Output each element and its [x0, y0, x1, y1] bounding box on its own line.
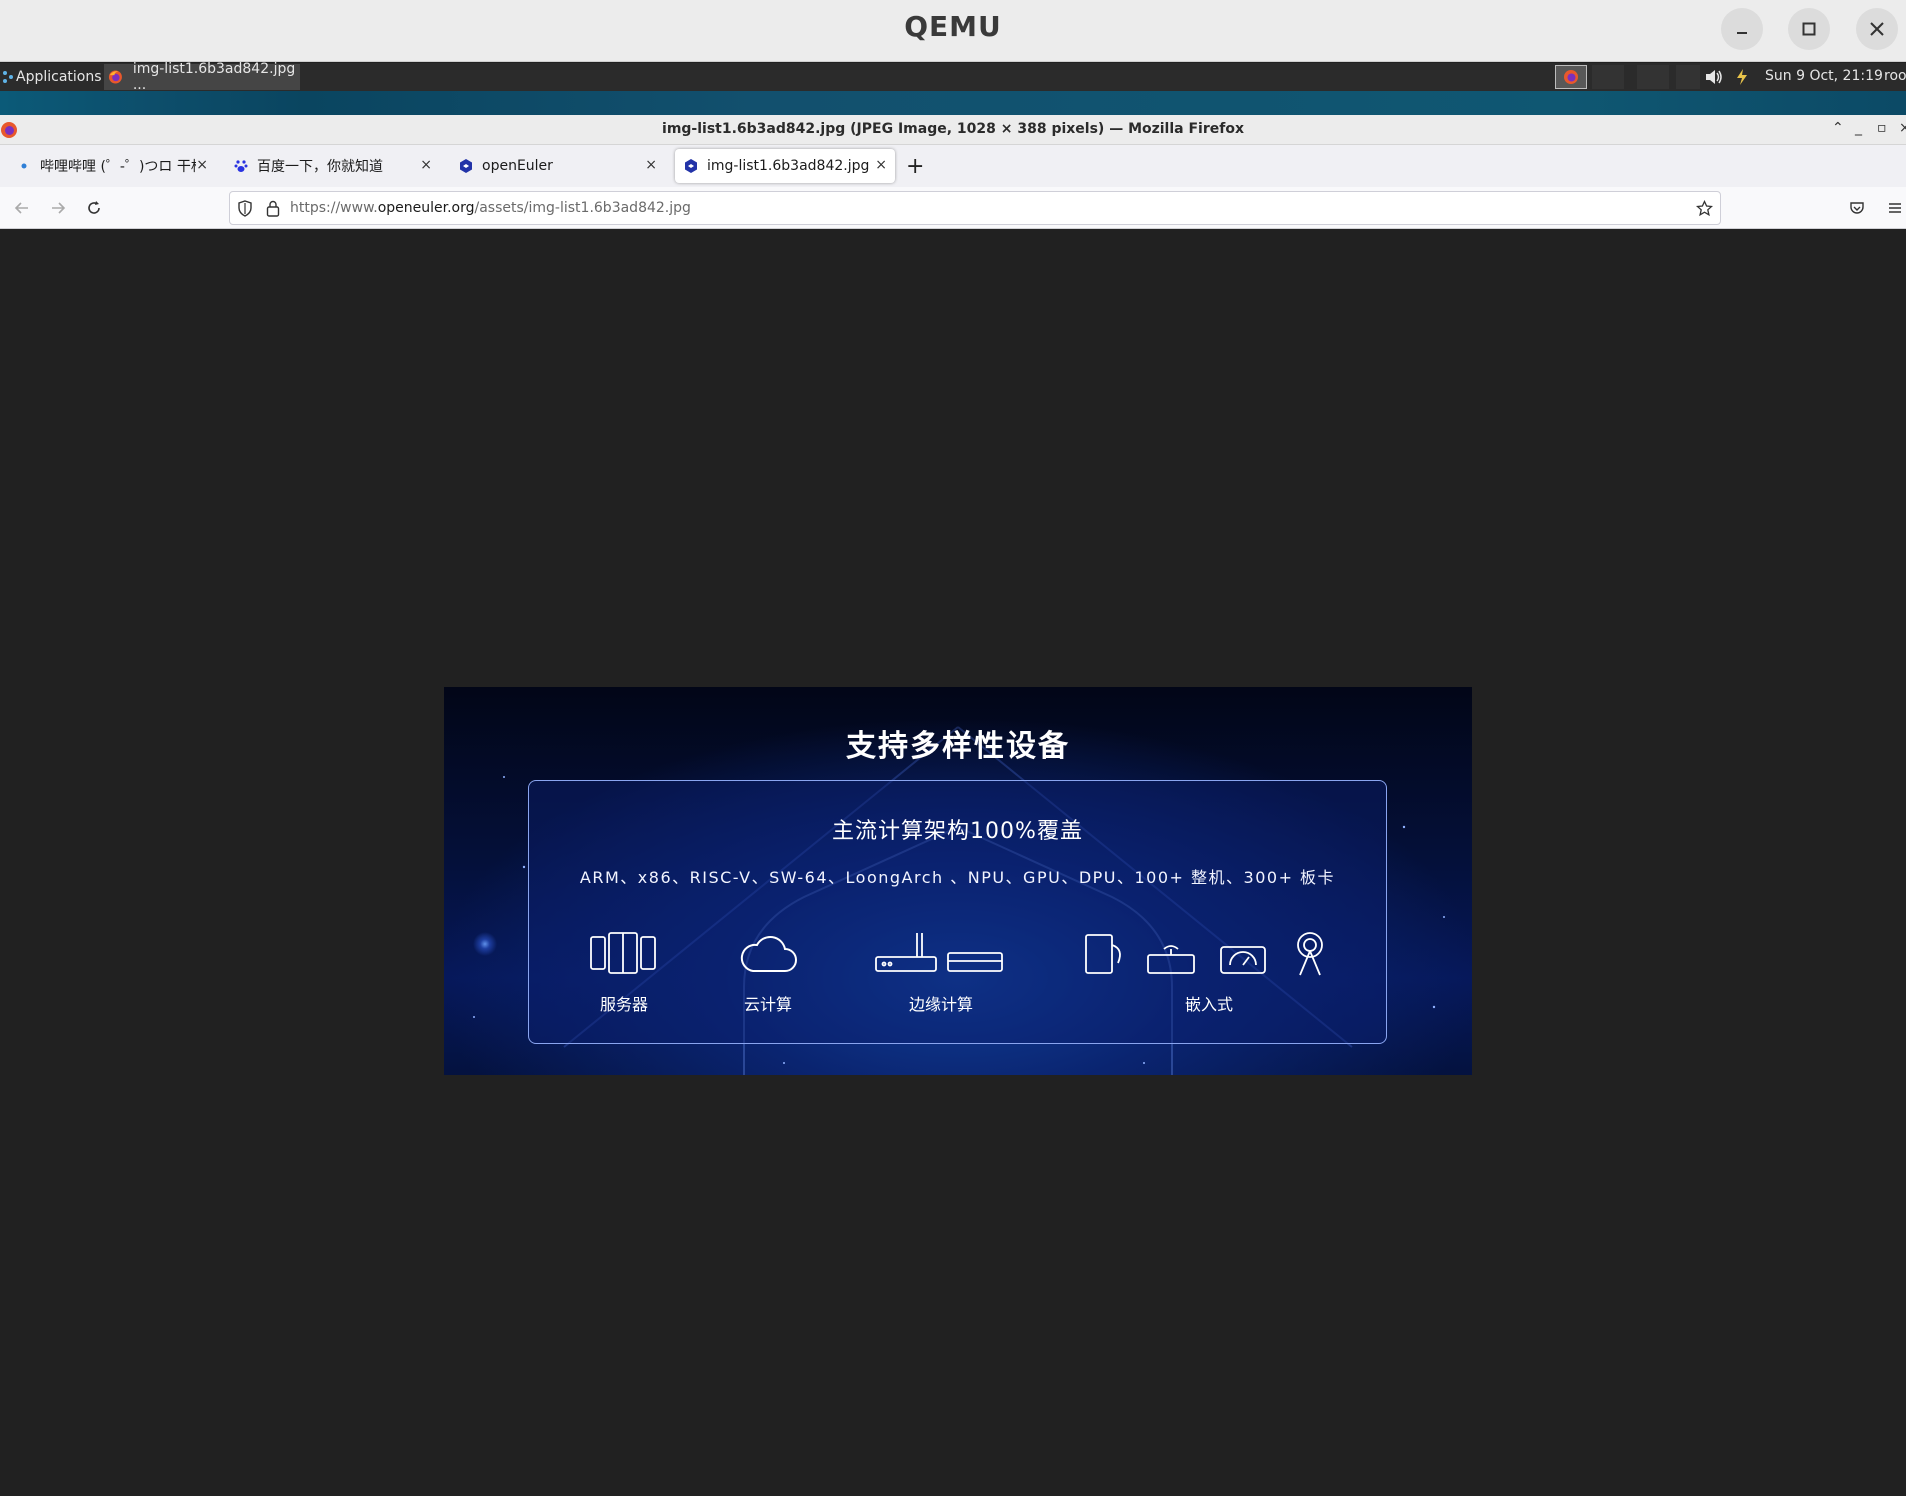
maximize-icon [1802, 22, 1816, 36]
workspace-2[interactable] [1637, 65, 1669, 89]
reload-button[interactable] [82, 196, 106, 220]
tab-image[interactable]: img-list1.6b3ad842.jpg (JPEG Image, 1028… [675, 149, 895, 183]
workspace-1[interactable] [1592, 65, 1624, 89]
hamburger-menu-icon [1889, 203, 1901, 213]
desktop-panel: Applications ⋮ img-list1.6b3ad842.jpg ..… [0, 61, 1906, 93]
image-subheading: 主流计算架构100%覆盖 [832, 819, 1083, 844]
tab-close-icon[interactable]: × [875, 157, 887, 173]
tab-baidu[interactable]: 百度一下，你就知道 × [225, 149, 440, 183]
openeuler-favicon [683, 158, 699, 174]
minimize-icon [1737, 32, 1747, 34]
tab-close-icon[interactable]: × [196, 157, 208, 173]
window-title: img-list1.6b3ad842.jpg (JPEG Image, 1028… [662, 121, 1244, 137]
qemu-titlebar: QEMU [0, 0, 1906, 62]
tab-label: 哔哩哔哩 (゜-゜)つロ 干杯~ [40, 159, 196, 175]
speaker-icon[interactable] [1705, 69, 1723, 85]
applications-icon [3, 71, 13, 83]
baidu-paw-icon [233, 158, 249, 174]
tab-bilibili[interactable]: 哔哩哔哩 (゜-゜)つロ 干杯~ × [8, 149, 216, 183]
url-path: /assets/img-list1.6b3ad842.jpg [474, 200, 691, 216]
tab-label: 百度一下，你就知道 [257, 159, 383, 175]
displayed-image[interactable]: 支持多样性设备 主流计算架构100%覆盖 ARM、x86、RISC-V、SW-6… [444, 687, 1472, 1075]
desktop-background [0, 91, 1906, 115]
taskbar-item-label: img-list1.6b3ad842.jpg ... [132, 61, 296, 93]
applications-menu[interactable]: Applications ⋮ [0, 63, 120, 91]
embedded-device-icon [1085, 932, 1323, 976]
url-domain: openeuler.org [377, 200, 475, 216]
window-maximize-button[interactable]: ▫ [1877, 120, 1887, 136]
firefox-titlebar: img-list1.6b3ad842.jpg (JPEG Image, 1028… [0, 115, 1906, 145]
minimize-button[interactable] [1721, 8, 1763, 50]
url-bar[interactable]: https://www.openeuler.org/assets/img-lis… [229, 191, 1721, 225]
device-label-cloud: 云计算 [744, 995, 793, 1014]
menu-button[interactable] [1883, 196, 1906, 220]
window-minimize-button[interactable]: _ [1855, 120, 1862, 136]
firefox-icon [1564, 70, 1578, 84]
cloud-icon [740, 935, 797, 972]
close-icon [1870, 22, 1884, 36]
clock[interactable]: Sun 9 Oct, 21:19 [1765, 68, 1883, 84]
tab-close-icon[interactable]: × [420, 157, 432, 173]
tab-label: openEuler [482, 158, 553, 174]
reload-icon [88, 201, 100, 214]
lock-icon[interactable] [266, 200, 280, 217]
tab-strip: 哔哩哔哩 (゜-゜)つロ 干杯~ × 百度一下，你就知道 × openEuler… [0, 145, 1906, 187]
qemu-title: QEMU [904, 10, 1002, 43]
url-prefix: https://www. [290, 200, 378, 216]
user-menu[interactable]: root [1884, 68, 1906, 84]
openeuler-favicon [458, 158, 474, 174]
firefox-icon [108, 70, 122, 84]
navigation-bar: https://www.openeuler.org/assets/img-lis… [0, 187, 1906, 229]
applications-label: Applications [16, 69, 102, 85]
star-icon[interactable] [1696, 200, 1713, 217]
edge-router-icon [875, 933, 1003, 972]
back-button[interactable] [10, 196, 34, 220]
workspace-3[interactable] [1676, 65, 1700, 89]
pocket-icon [1850, 202, 1864, 214]
image-content-box: 主流计算架构100%覆盖 ARM、x86、RISC-V、SW-64、LoongA… [528, 780, 1387, 1044]
battery-icon[interactable] [1734, 68, 1750, 86]
server-icon [590, 932, 656, 974]
device-label-edge: 边缘计算 [909, 995, 974, 1014]
window-close-button[interactable]: × [1899, 120, 1906, 136]
device-label-embedded: 嵌入式 [1185, 995, 1234, 1014]
tab-openeuler[interactable]: openEuler × [450, 149, 665, 183]
page-viewport: 支持多样性设备 主流计算架构100%覆盖 ARM、x86、RISC-V、SW-6… [0, 229, 1906, 1496]
url-text[interactable]: https://www.openeuler.org/assets/img-lis… [290, 200, 691, 216]
shield-icon[interactable] [237, 200, 253, 217]
arrow-left-icon [14, 202, 28, 214]
tab-label: img-list1.6b3ad842.jpg (JPEG Image, 1028… [707, 158, 875, 174]
arrow-right-icon [52, 202, 66, 214]
tray-firefox-icon[interactable] [1555, 65, 1587, 89]
bilibili-favicon [16, 158, 32, 174]
pocket-button[interactable] [1845, 196, 1869, 220]
window-shade-button[interactable]: ⌃ [1832, 120, 1844, 136]
device-label-server: 服务器 [600, 995, 649, 1014]
taskbar-item-firefox[interactable]: img-list1.6b3ad842.jpg ... [104, 61, 300, 93]
new-tab-button[interactable]: + [906, 154, 924, 179]
close-button[interactable] [1856, 8, 1898, 50]
image-heading: 支持多样性设备 [846, 729, 1070, 764]
forward-button[interactable] [46, 196, 70, 220]
architecture-list: ARM、x86、RISC-V、SW-64、LoongArch 、NPU、GPU、… [579, 868, 1336, 887]
tab-close-icon[interactable]: × [645, 157, 657, 173]
maximize-button[interactable] [1788, 8, 1830, 50]
